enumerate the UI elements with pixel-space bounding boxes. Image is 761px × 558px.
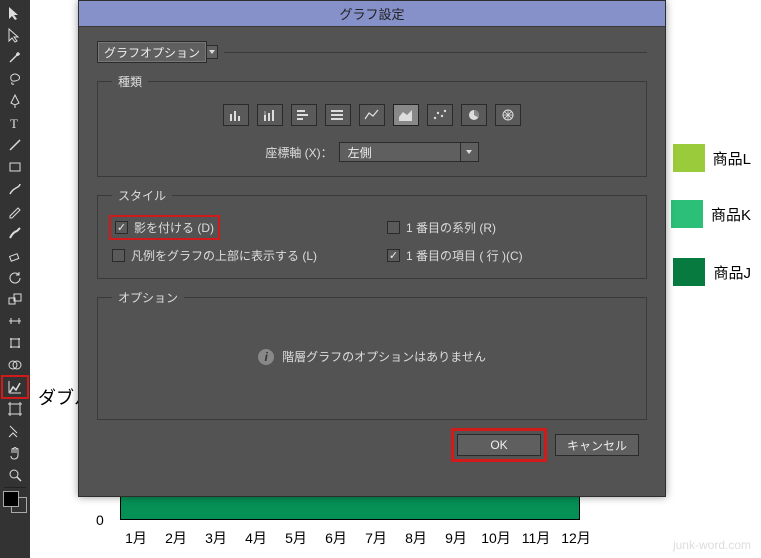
checkbox-icon	[387, 221, 400, 234]
style-legend: スタイル	[112, 187, 172, 204]
month-label: 5月	[276, 528, 316, 548]
dropdown-label: グラフオプション	[104, 44, 200, 61]
graph-tool-icon[interactable]	[2, 376, 28, 398]
checkbox-label: 影を付ける (D)	[134, 219, 214, 236]
checkbox-checked-icon: ✓	[387, 249, 400, 262]
graph-type-radar-icon[interactable]	[495, 104, 521, 126]
type-fieldset: 種類	[97, 73, 647, 177]
button-label: OK	[490, 438, 507, 452]
slice-tool-icon[interactable]	[2, 420, 28, 442]
type-legend: 種類	[112, 73, 148, 90]
ok-button[interactable]: OK	[457, 434, 541, 456]
checkbox-icon	[112, 249, 125, 262]
options-legend: オプション	[112, 289, 184, 306]
info-icon: i	[258, 349, 274, 365]
month-label: 10月	[476, 528, 516, 548]
legend-label: 商品K	[711, 204, 751, 225]
dropdown-arrow-icon[interactable]	[206, 45, 218, 59]
move-tool-icon[interactable]	[2, 2, 28, 24]
checkbox-checked-icon: ✓	[115, 221, 128, 234]
free-transform-tool-icon[interactable]	[2, 332, 28, 354]
month-label: 2月	[156, 528, 196, 548]
direct-select-tool-icon[interactable]	[2, 24, 28, 46]
zoom-tool-icon[interactable]	[2, 464, 28, 486]
month-label: 3月	[196, 528, 236, 548]
brush-tool-icon[interactable]	[2, 178, 28, 200]
shadow-checkbox[interactable]: ✓ 影を付ける (D)	[115, 219, 214, 236]
graph-type-area-icon[interactable]	[393, 104, 419, 126]
chart-zero-label: 0	[96, 512, 104, 528]
width-tool-icon[interactable]	[2, 310, 28, 332]
legend-top-checkbox[interactable]: 凡例をグラフの上部に表示する (L)	[112, 247, 357, 264]
axis-label: 座標軸 (X)：	[265, 144, 332, 161]
month-label: 7月	[356, 528, 396, 548]
tools-panel: T	[0, 0, 30, 558]
month-label: 9月	[436, 528, 476, 548]
chevron-down-icon	[460, 143, 478, 161]
checkbox-label: 1 番目の項目 ( 行 )(C)	[406, 247, 523, 264]
month-label: 6月	[316, 528, 356, 548]
dialog-title: グラフ設定	[79, 1, 665, 27]
first-item-checkbox[interactable]: ✓ 1 番目の項目 ( 行 )(C)	[387, 247, 632, 264]
pen-tool-icon[interactable]	[2, 90, 28, 112]
axis-select[interactable]: 左側	[339, 142, 479, 162]
divider	[224, 52, 647, 53]
artboard-tool-icon[interactable]	[2, 398, 28, 420]
legend-swatch	[673, 258, 705, 286]
legend-item: 商品J	[673, 258, 751, 286]
month-label: 8月	[396, 528, 436, 548]
graph-type-column-icon[interactable]	[223, 104, 249, 126]
legend-item: 商品L	[673, 144, 751, 172]
hand-tool-icon[interactable]	[2, 442, 28, 464]
color-swatches[interactable]	[3, 491, 27, 513]
legend-label: 商品J	[713, 262, 751, 283]
first-series-checkbox[interactable]: 1 番目の系列 (R)	[387, 218, 632, 237]
button-label: キャンセル	[567, 437, 627, 454]
graph-type-bar-icon[interactable]	[291, 104, 317, 126]
chart-x-axis: 1月 2月 3月 4月 5月 6月 7月 8月 9月 10月 11月 12月	[116, 528, 596, 548]
legend-item: 商品K	[671, 200, 751, 228]
checkbox-label: 1 番目の系列 (R)	[406, 219, 496, 236]
month-label: 1月	[116, 528, 156, 548]
lasso-tool-icon[interactable]	[2, 68, 28, 90]
month-label: 12月	[556, 528, 596, 548]
legend-swatch	[673, 144, 705, 172]
type-tool-icon[interactable]: T	[2, 112, 28, 134]
rotate-tool-icon[interactable]	[2, 266, 28, 288]
shape-builder-tool-icon[interactable]	[2, 354, 28, 376]
eraser-tool-icon[interactable]	[2, 244, 28, 266]
graph-type-stacked-bar-icon[interactable]	[325, 104, 351, 126]
graph-type-line-icon[interactable]	[359, 104, 385, 126]
graph-options-dropdown[interactable]: グラフオプション	[97, 41, 207, 63]
graph-settings-dialog: グラフ設定 グラフオプション 種類	[78, 0, 666, 497]
month-label: 4月	[236, 528, 276, 548]
legend-label: 商品L	[713, 148, 751, 169]
options-message: 階層グラフのオプションはありません	[282, 348, 486, 365]
graph-type-stacked-column-icon[interactable]	[257, 104, 283, 126]
scale-tool-icon[interactable]	[2, 288, 28, 310]
graph-type-pie-icon[interactable]	[461, 104, 487, 126]
svg-text:T: T	[10, 116, 18, 131]
cancel-button[interactable]: キャンセル	[555, 434, 639, 456]
checkbox-label: 凡例をグラフの上部に表示する (L)	[131, 247, 317, 264]
options-fieldset: オプション i 階層グラフのオプションはありません	[97, 289, 647, 420]
rectangle-tool-icon[interactable]	[2, 156, 28, 178]
graph-type-scatter-icon[interactable]	[427, 104, 453, 126]
pencil-tool-icon[interactable]	[2, 200, 28, 222]
select-value: 左側	[348, 144, 372, 161]
blob-brush-tool-icon[interactable]	[2, 222, 28, 244]
line-tool-icon[interactable]	[2, 134, 28, 156]
style-fieldset: スタイル ✓ 影を付ける (D) 1 番目の系列 (R) 凡	[97, 187, 647, 279]
legend-swatch	[671, 200, 703, 228]
wand-tool-icon[interactable]	[2, 46, 28, 68]
watermark: junk-word.com	[673, 538, 751, 552]
month-label: 11月	[516, 528, 556, 548]
